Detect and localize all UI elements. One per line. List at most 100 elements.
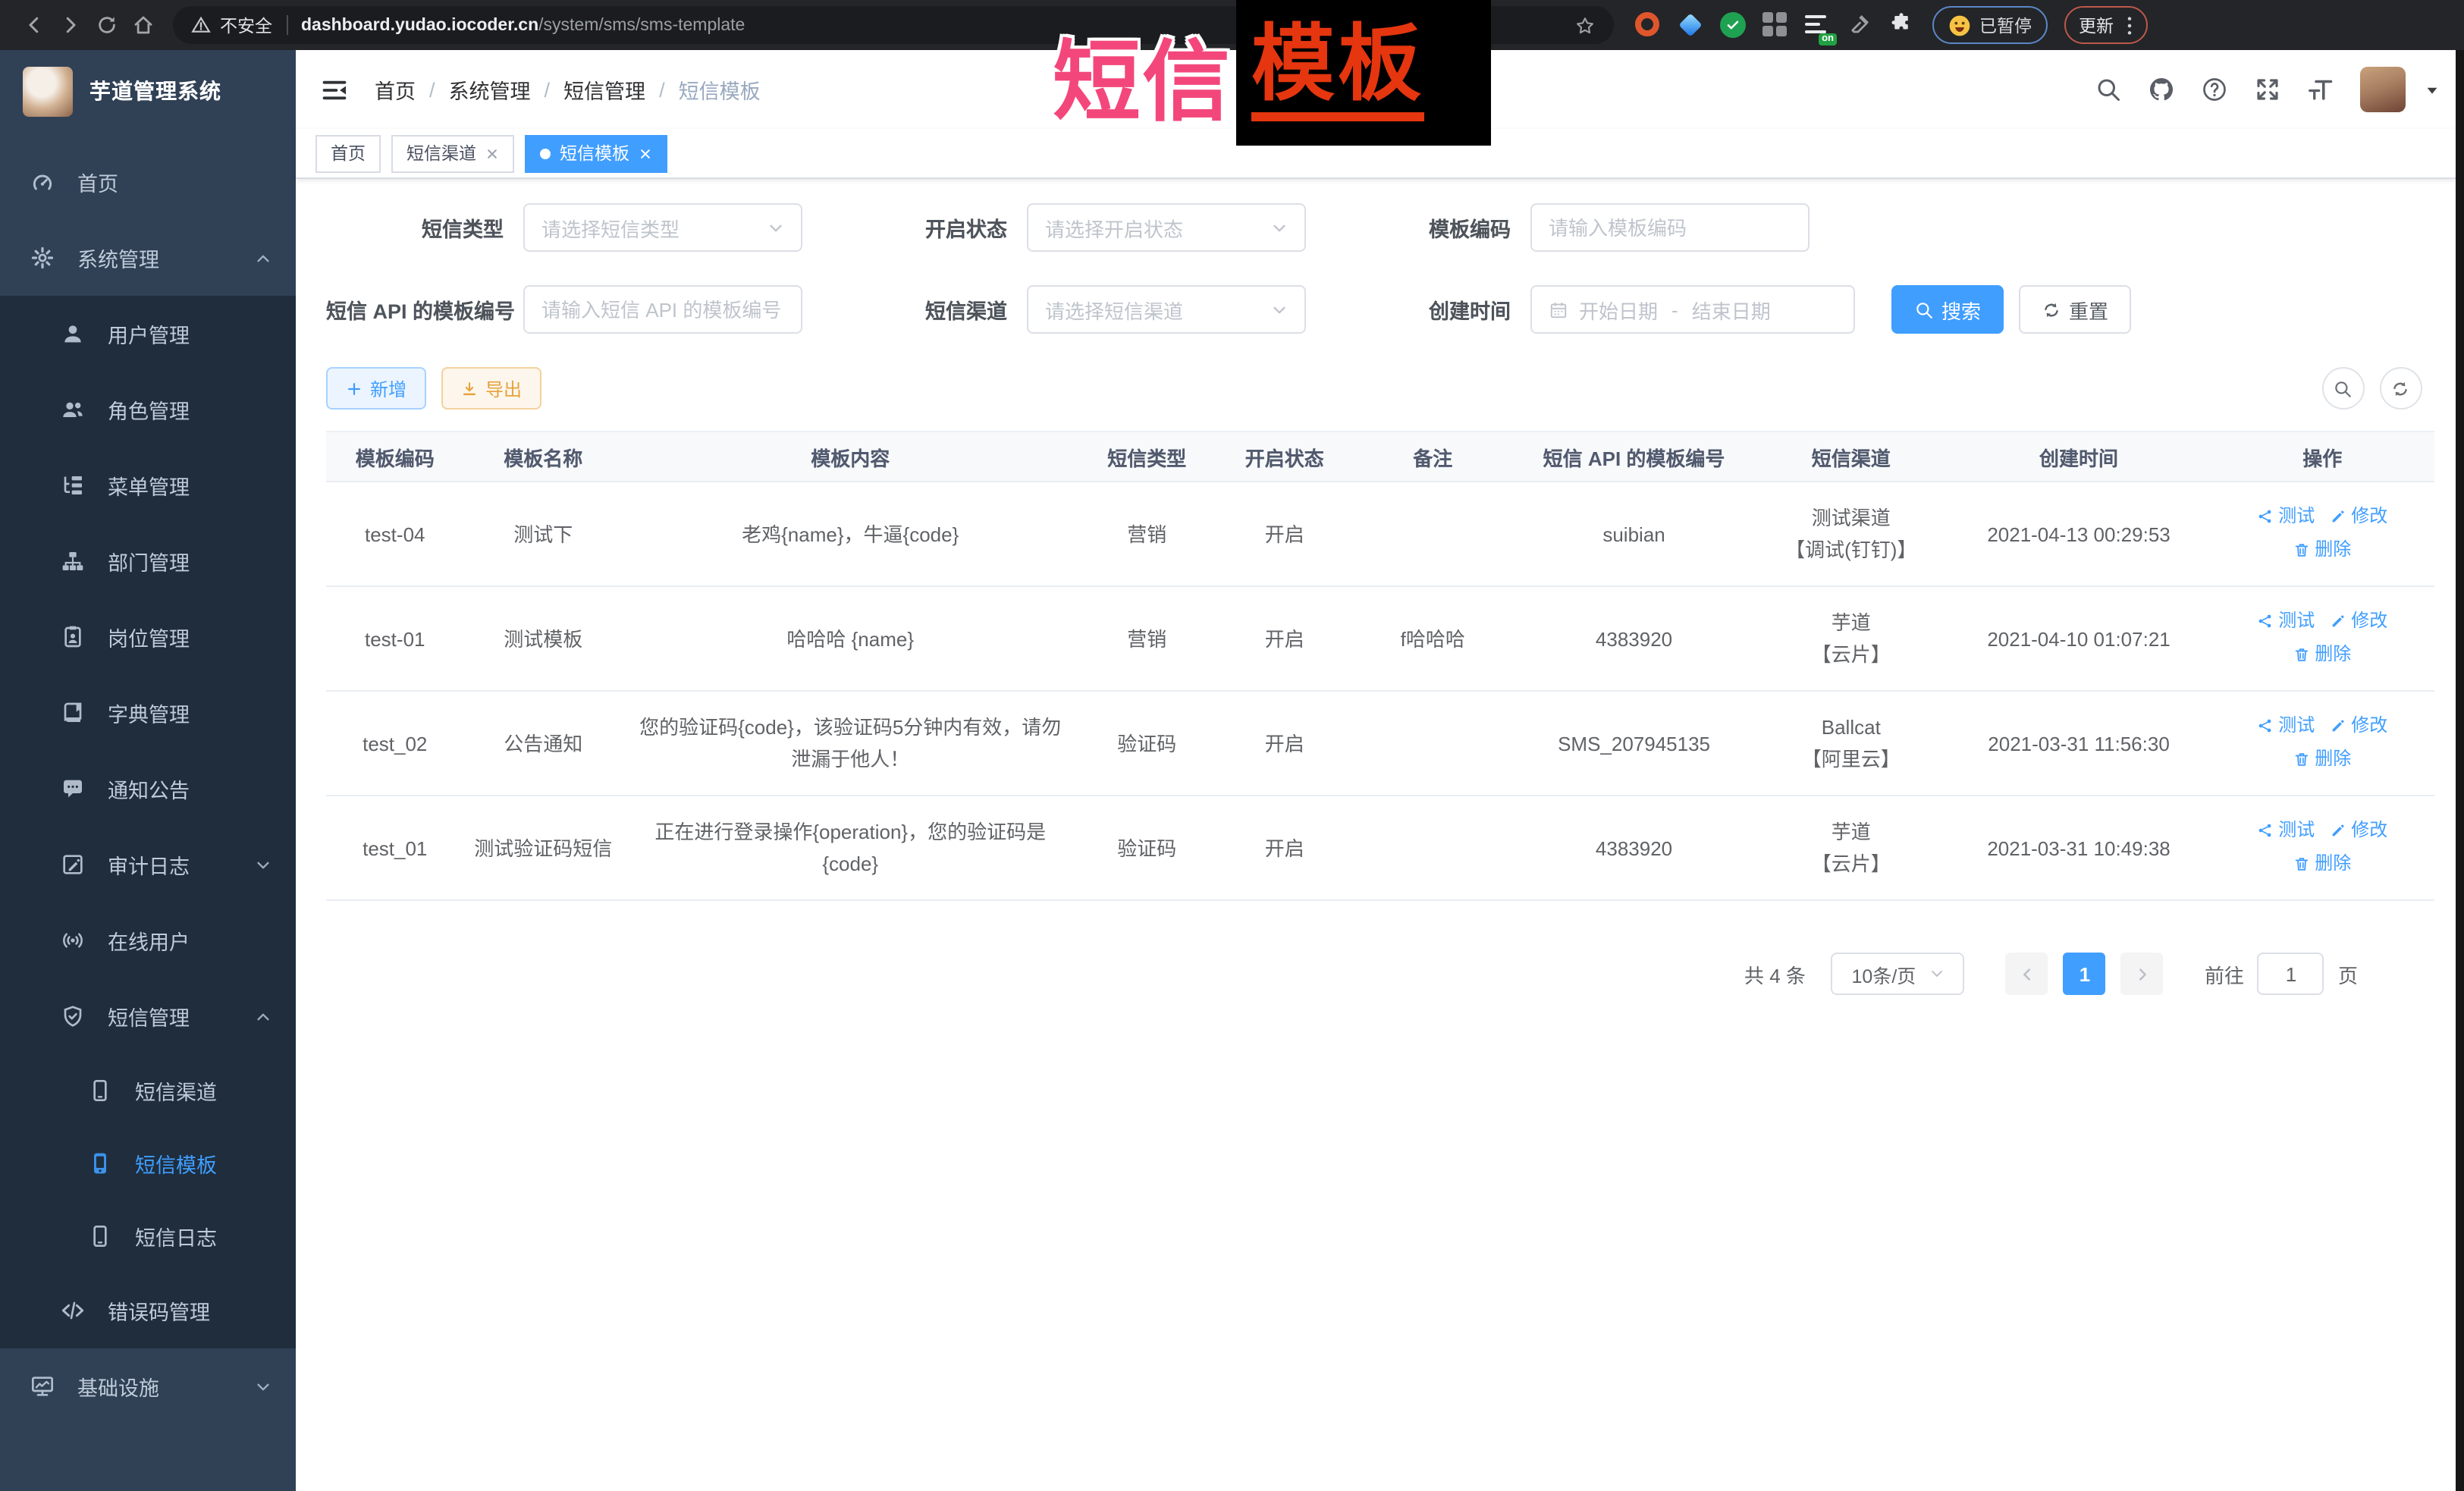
extension-dropper-icon[interactable] [1847, 12, 1873, 38]
col-sms-type: 短信类型 [1078, 432, 1216, 482]
sidebar-item-sms[interactable]: 短信管理 [0, 978, 296, 1054]
browser-reload-button[interactable] [88, 7, 124, 43]
profile-paused-pill[interactable]: 已暂停 [1932, 6, 2047, 44]
user-avatar[interactable] [2359, 67, 2405, 112]
sidebar: 芋道管理系统 首页 系统管理 用户管理 角 [0, 50, 296, 1491]
close-icon[interactable] [639, 146, 652, 160]
test-link[interactable]: 测试 [2257, 710, 2315, 742]
address-bar[interactable]: 不安全 dashboard.yudao.iocoder.cn /system/s… [173, 6, 1614, 44]
sidebar-item-system[interactable]: 系统管理 [0, 220, 296, 296]
browser-back-button[interactable] [15, 7, 52, 43]
extension-grid-icon[interactable] [1762, 12, 1788, 38]
message-icon [61, 777, 85, 801]
help-icon[interactable] [2200, 76, 2227, 103]
delete-link[interactable]: 删除 [2293, 743, 2351, 775]
show-search-button[interactable] [2321, 367, 2364, 410]
date-range-picker[interactable]: 开始日期 - 结束日期 [1530, 285, 1855, 334]
active-dot [540, 148, 551, 159]
share-icon [2257, 822, 2274, 839]
prev-page-button[interactable] [2006, 953, 2048, 995]
edit-link[interactable]: 修改 [2330, 710, 2387, 742]
sidebar-item-departments[interactable]: 部门管理 [0, 523, 296, 599]
pencil-icon [2330, 717, 2346, 734]
end-date-placeholder: 结束日期 [1692, 295, 1771, 324]
caret-down-icon[interactable] [2423, 81, 2440, 98]
tags-view-bar: 首页 短信渠道 短信模板 [296, 129, 2464, 179]
sms-channel-select[interactable]: 请选择短信渠道 [1027, 285, 1306, 334]
scrollbar-strip[interactable] [2455, 50, 2464, 1491]
sidebar-item-dictionary[interactable]: 字典管理 [0, 675, 296, 751]
extension-on-badge: on [1819, 33, 1837, 46]
app-logo[interactable]: 芋道管理系统 [0, 50, 296, 132]
sidebar-item-audit-log[interactable]: 审计日志 [0, 827, 296, 902]
next-page-button[interactable] [2121, 953, 2164, 995]
extension-list-icon[interactable]: on [1805, 12, 1831, 38]
add-button[interactable]: 新增 [326, 367, 426, 410]
github-icon[interactable] [2147, 76, 2174, 103]
extension-green-icon[interactable] [1720, 12, 1746, 38]
template-code-input[interactable] [1530, 203, 1810, 252]
refresh-table-button[interactable] [2379, 367, 2422, 410]
export-button[interactable]: 导出 [441, 367, 541, 410]
browser-forward-button[interactable] [52, 7, 88, 43]
goto-label: 前往 [2205, 959, 2244, 988]
sidebar-item-roles[interactable]: 角色管理 [0, 372, 296, 447]
template-code-label: 模板编码 [1409, 212, 1530, 243]
api-template-id-label: 短信 API 的模板编号 [326, 294, 523, 325]
delete-link[interactable]: 删除 [2293, 848, 2351, 880]
sidebar-collapse-icon[interactable] [320, 75, 349, 104]
test-link[interactable]: 测试 [2257, 605, 2315, 637]
search-button[interactable]: 搜索 [1891, 285, 2004, 334]
sidebar-item-sms-channel[interactable]: 短信渠道 [0, 1054, 296, 1127]
breadcrumb-home[interactable]: 首页 [375, 74, 416, 105]
reset-button[interactable]: 重置 [2019, 285, 2131, 334]
browser-home-button[interactable] [124, 7, 161, 43]
tab-sms-template[interactable]: 短信模板 [525, 134, 667, 172]
extension-kite-icon[interactable] [1678, 12, 1703, 38]
page-number-current[interactable]: 1 [2064, 953, 2106, 995]
edit-link[interactable]: 修改 [2330, 605, 2387, 637]
share-icon [2257, 717, 2274, 734]
sidebar-item-sms-log[interactable]: 短信日志 [0, 1200, 296, 1273]
sidebar-item-error-codes[interactable]: 错误码管理 [0, 1273, 296, 1348]
api-template-id-input[interactable] [523, 285, 802, 334]
close-icon[interactable] [485, 146, 499, 160]
chevron-up-icon [255, 1008, 272, 1025]
sms-type-select[interactable]: 请选择短信类型 [523, 203, 802, 252]
sidebar-item-infrastructure[interactable]: 基础设施 [0, 1348, 296, 1424]
tab-home[interactable]: 首页 [315, 134, 381, 172]
share-icon [2257, 613, 2274, 629]
extensions-puzzle-icon[interactable] [1890, 12, 1916, 38]
sidebar-item-sms-template[interactable]: 短信模板 [0, 1127, 296, 1200]
sidebar-item-announcements[interactable]: 通知公告 [0, 751, 296, 827]
delete-link[interactable]: 删除 [2293, 639, 2351, 670]
font-size-icon[interactable] [2306, 76, 2334, 103]
tab-sms-channel[interactable]: 短信渠道 [391, 134, 514, 172]
page-size-select[interactable]: 10条/页 [1832, 953, 1965, 995]
edit-link[interactable]: 修改 [2330, 501, 2387, 532]
chevron-down-icon [767, 219, 784, 236]
page-jump-input[interactable] [2258, 953, 2324, 995]
search-icon[interactable] [2094, 76, 2121, 103]
filter-row-1: 短信类型 请选择短信类型 开启状态 请选择开启状态 [326, 203, 2434, 252]
sidebar-item-menus[interactable]: 菜单管理 [0, 447, 296, 523]
fullscreen-icon[interactable] [2253, 76, 2280, 103]
pagination: 共 4 条 10条/页 1 前往 页 [326, 953, 2434, 995]
sidebar-item-positions[interactable]: 岗位管理 [0, 599, 296, 675]
edit-link[interactable]: 修改 [2330, 815, 2387, 846]
sidebar-item-users[interactable]: 用户管理 [0, 296, 296, 372]
browser-menu-dots-icon[interactable] [2126, 14, 2132, 36]
gear-icon [30, 246, 55, 270]
status-select[interactable]: 请选择开启状态 [1027, 203, 1306, 252]
bookmark-star-icon[interactable] [1574, 14, 1596, 36]
sidebar-item-online-users[interactable]: 在线用户 [0, 902, 296, 978]
extension-ring-icon[interactable] [1635, 12, 1661, 38]
test-link[interactable]: 测试 [2257, 501, 2315, 532]
test-link[interactable]: 测试 [2257, 815, 2315, 846]
delete-link[interactable]: 删除 [2293, 534, 2351, 566]
plus-icon [346, 380, 363, 397]
dashboard-icon [30, 170, 55, 194]
sidebar-item-home[interactable]: 首页 [0, 144, 296, 220]
chevron-down-icon [1271, 301, 1288, 318]
browser-update-button[interactable]: 更新 [2064, 6, 2147, 44]
